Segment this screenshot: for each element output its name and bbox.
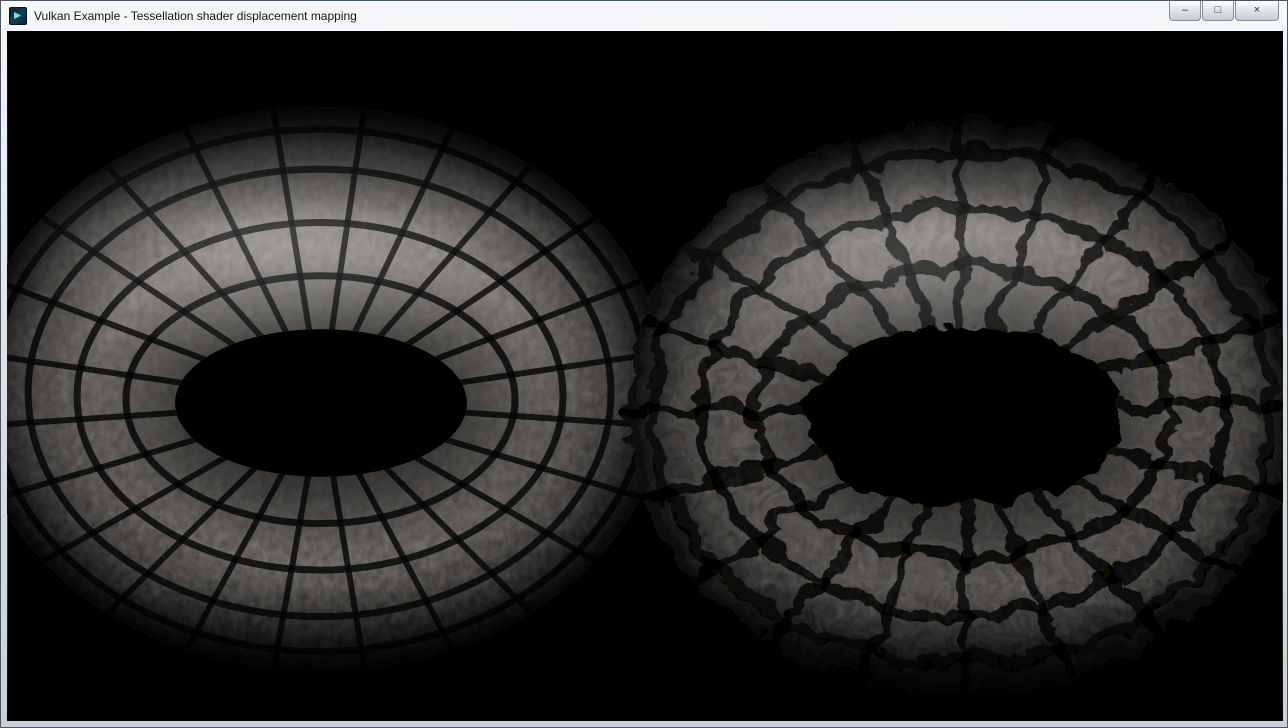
close-button[interactable]: × — [1235, 1, 1279, 21]
close-icon: × — [1254, 5, 1260, 16]
maximize-button[interactable]: □ — [1202, 1, 1234, 21]
vulkan-app-icon — [9, 7, 27, 25]
window-title: Vulkan Example - Tessellation shader dis… — [34, 9, 357, 23]
minimize-button[interactable]: – — [1169, 1, 1201, 21]
render-viewport[interactable] — [7, 31, 1283, 721]
render-canvas[interactable] — [7, 31, 1283, 721]
window-controls: – □ × — [1168, 1, 1279, 21]
app-window: Vulkan Example - Tessellation shader dis… — [0, 0, 1288, 728]
title-bar[interactable]: Vulkan Example - Tessellation shader dis… — [1, 1, 1287, 31]
maximize-icon: □ — [1215, 5, 1222, 16]
minimize-icon: – — [1182, 5, 1188, 16]
